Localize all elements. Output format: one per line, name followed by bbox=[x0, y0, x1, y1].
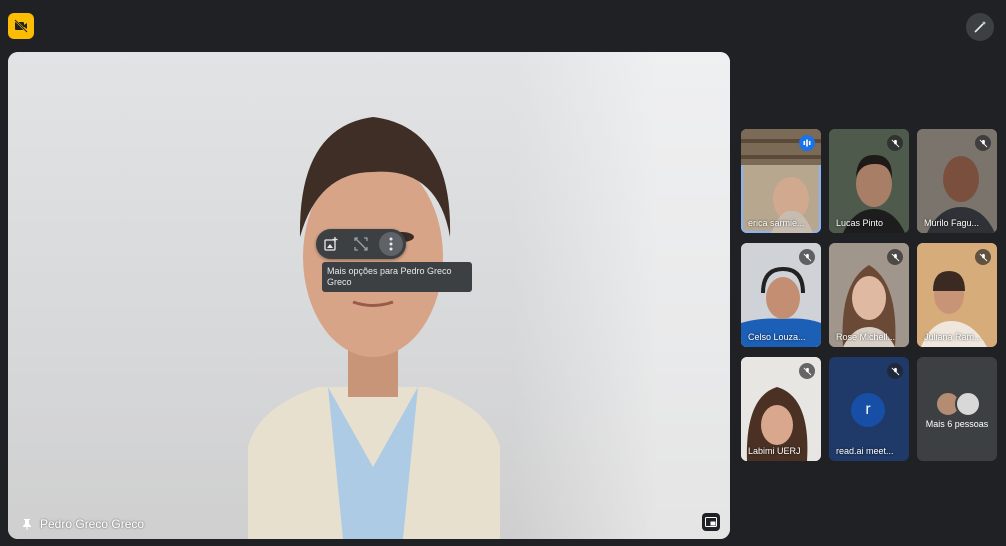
more-options-tooltip: Mais opções para Pedro Greco Greco bbox=[322, 262, 472, 292]
audio-level-icon bbox=[803, 139, 811, 147]
magic-wand-icon bbox=[974, 21, 986, 33]
participant-name: Rose Michell... bbox=[836, 332, 896, 342]
participant-name: read.ai meet... bbox=[836, 446, 894, 456]
muted-indicator bbox=[975, 249, 991, 265]
muted-indicator bbox=[799, 363, 815, 379]
avatar: r bbox=[851, 393, 885, 427]
participant-tile[interactable]: Juliana Ram... bbox=[917, 243, 997, 347]
muted-indicator bbox=[887, 363, 903, 379]
visual-effects-button[interactable] bbox=[966, 13, 994, 41]
participant-tile[interactable]: Celso Louza... bbox=[741, 243, 821, 347]
mic-off-icon bbox=[891, 139, 899, 147]
participant-name: Murilo Fagu... bbox=[924, 218, 980, 228]
participant-controls bbox=[316, 229, 406, 259]
muted-indicator bbox=[887, 249, 903, 265]
main-video-tile[interactable]: Pedro Greco Greco bbox=[8, 52, 730, 539]
picture-in-picture-icon bbox=[705, 517, 717, 527]
muted-indicator bbox=[799, 249, 815, 265]
mic-off-icon bbox=[803, 253, 811, 261]
more-participants-tile[interactable]: Mais 6 pessoas bbox=[917, 357, 997, 461]
participant-video bbox=[248, 117, 500, 539]
remove-from-frame-button[interactable] bbox=[349, 232, 373, 256]
participant-name: Labimi UERJ bbox=[748, 446, 801, 456]
mic-off-icon bbox=[979, 253, 987, 261]
participant-name: Lucas Pinto bbox=[836, 218, 884, 228]
add-to-frame-icon bbox=[324, 237, 338, 251]
participant-tile[interactable]: Murilo Fagu... bbox=[917, 129, 997, 233]
recording-off-icon bbox=[14, 19, 28, 33]
main-participant-label: Pedro Greco Greco bbox=[22, 517, 144, 531]
avatar bbox=[955, 391, 981, 417]
muted-indicator bbox=[975, 135, 991, 151]
avatar-stack bbox=[935, 391, 981, 417]
more-options-button[interactable] bbox=[379, 232, 403, 256]
recording-indicator[interactable] bbox=[8, 13, 34, 39]
participant-tile[interactable]: r read.ai meet... bbox=[829, 357, 909, 461]
mic-off-icon bbox=[979, 139, 987, 147]
pin-icon bbox=[23, 519, 31, 530]
participant-name: Juliana Ram... bbox=[924, 332, 982, 342]
speaking-indicator bbox=[799, 135, 815, 151]
mic-off-icon bbox=[891, 253, 899, 261]
add-to-frame-button[interactable] bbox=[319, 232, 343, 256]
picture-in-picture-button[interactable] bbox=[702, 513, 720, 531]
participant-tile[interactable]: Rose Michell... bbox=[829, 243, 909, 347]
participant-tile[interactable]: erica sarmie... bbox=[741, 129, 821, 233]
fullscreen-off-icon bbox=[354, 237, 368, 251]
participant-name: erica sarmie... bbox=[748, 218, 805, 228]
main-participant-name: Pedro Greco Greco bbox=[40, 517, 145, 531]
mic-off-icon bbox=[803, 367, 811, 375]
more-participants-label: Mais 6 pessoas bbox=[925, 419, 989, 429]
muted-indicator bbox=[887, 135, 903, 151]
participant-name: Celso Louza... bbox=[748, 332, 806, 342]
participant-tile[interactable]: Labimi UERJ bbox=[741, 357, 821, 461]
mic-off-icon bbox=[891, 367, 899, 375]
more-vert-icon bbox=[389, 237, 393, 251]
participant-tile[interactable]: Lucas Pinto bbox=[829, 129, 909, 233]
